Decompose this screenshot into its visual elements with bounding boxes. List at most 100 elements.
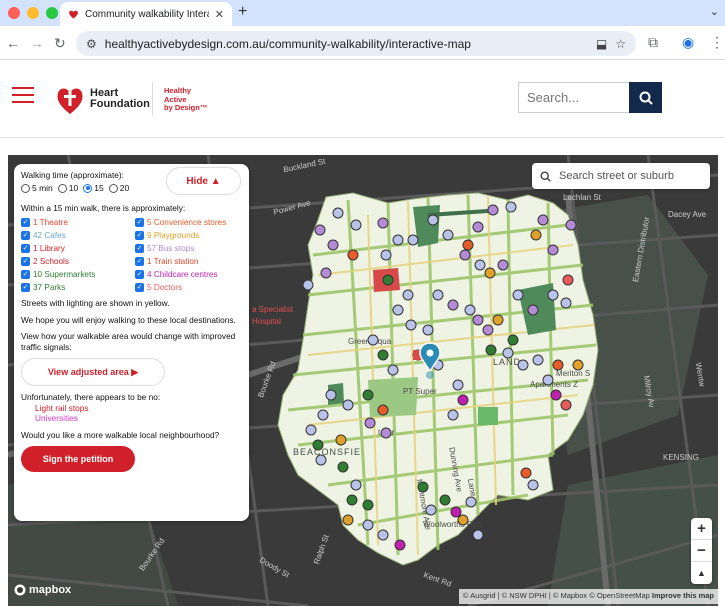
forward-arrow-icon[interactable]: → xyxy=(30,35,44,51)
amenity-label: 1 Train station xyxy=(147,257,199,266)
site-header: Heart Foundation Healthy Active by Desig… xyxy=(0,60,725,138)
browser-menu-icon[interactable]: ⋮ xyxy=(710,34,724,51)
compass-reset-button[interactable]: ▲ xyxy=(691,562,712,584)
map-search-icon xyxy=(540,170,551,182)
close-window-button[interactable] xyxy=(8,7,20,19)
radio-10[interactable] xyxy=(57,183,67,193)
signals-text: View how your walkable area would change… xyxy=(21,331,236,352)
lighting-text: Streets with lighting are shown in yello… xyxy=(21,298,170,308)
amenity-checkbox[interactable]: ✓ xyxy=(135,270,144,279)
view-adjusted-area-button[interactable]: View adjusted area ▶ xyxy=(21,358,165,386)
amenity-item[interactable]: ✓ 4 Childcare centres xyxy=(135,270,245,279)
improve-map-link[interactable]: Improve this map xyxy=(652,591,714,600)
mapbox-logo[interactable]: mapbox xyxy=(14,584,71,596)
zoom-controls: + − ▲ xyxy=(691,518,712,584)
amenity-checkbox[interactable]: ✓ xyxy=(21,270,30,279)
search-icon xyxy=(639,91,653,105)
heart-foundation-heart-icon xyxy=(57,88,83,114)
amenity-item[interactable]: ✓ 9 Playgrounds xyxy=(135,231,245,240)
heart-favicon-icon xyxy=(69,10,78,19)
amenity-item[interactable]: ✓ 10 Supermarkets xyxy=(21,270,135,279)
amenity-item[interactable]: ✓ 2 Schools xyxy=(21,257,135,266)
within-walk-text: Within a 15 min walk, there is approxima… xyxy=(21,203,186,213)
amenity-checkbox[interactable]: ✓ xyxy=(135,231,144,240)
site-search-input[interactable] xyxy=(518,82,629,113)
logo-divider xyxy=(152,82,153,116)
amenity-checkbox[interactable]: ✓ xyxy=(21,218,30,227)
url-text: healthyactivebydesign.com.au/community-w… xyxy=(104,36,471,51)
amenity-checkbox[interactable]: ✓ xyxy=(21,231,30,240)
maximize-window-button[interactable] xyxy=(46,7,58,19)
zoom-out-button[interactable]: − xyxy=(691,540,712,562)
site-settings-icon[interactable]: ⚙ xyxy=(86,37,97,51)
extensions-puzzle-icon[interactable]: ⧉ xyxy=(648,34,658,51)
amenity-item[interactable]: ✓ 5 Convenience stores xyxy=(135,218,245,227)
enjoy-text: We hope you will enjoy walking to these … xyxy=(21,314,236,325)
radio-10-label: 10 xyxy=(68,183,79,193)
amenity-label: 5 Doctors xyxy=(147,283,183,292)
amenity-checkbox[interactable]: ✓ xyxy=(135,244,144,253)
active-tab[interactable]: Community walkability Interac ✕ xyxy=(60,2,232,26)
radio-20[interactable] xyxy=(108,183,118,193)
amenity-list: ✓ 1 Theatre ✓ 5 Convenience stores ✓ 42 Cafes… xyxy=(21,218,242,292)
amenity-label: 37 Parks xyxy=(33,283,66,292)
amenity-checkbox[interactable]: ✓ xyxy=(21,283,30,292)
missing-amenities-list: Light rail stops Universities xyxy=(35,403,242,424)
amenity-label: 5 Convenience stores xyxy=(147,218,227,227)
back-arrow-icon[interactable]: ← xyxy=(6,35,20,51)
amenity-label: 4 Childcare centres xyxy=(147,270,218,279)
radio-20-label: 20 xyxy=(119,183,130,193)
minimize-window-button[interactable] xyxy=(27,7,39,19)
amenity-label: 10 Supermarkets xyxy=(33,270,96,279)
address-bar-row: ← → ↻ ⚙ healthyactivebydesign.com.au/com… xyxy=(0,26,725,60)
window-controls xyxy=(8,7,58,19)
amenity-checkbox[interactable]: ✓ xyxy=(21,244,30,253)
mapbox-label: mapbox xyxy=(29,584,72,596)
amenity-label: 1 Library xyxy=(33,244,65,253)
amenity-item[interactable]: ✓ 1 Train station xyxy=(135,257,245,266)
hide-panel-button[interactable]: Hide ▲ xyxy=(166,167,241,195)
site-search xyxy=(518,82,662,113)
amenity-item[interactable]: ✓ 5 Doctors xyxy=(135,283,245,292)
map-search-box[interactable]: Search street or suburb xyxy=(532,163,710,189)
browser-tab-bar: Community walkability Interac ✕ + ⌄ xyxy=(0,0,725,26)
url-omnibox[interactable]: ⚙ healthyactivebydesign.com.au/community… xyxy=(76,31,636,56)
reload-icon[interactable]: ↻ xyxy=(54,35,66,52)
healthy-active-by-design-logo[interactable]: Healthy Active by Design™ xyxy=(164,86,208,113)
bookmark-star-icon[interactable]: ☆ xyxy=(615,37,626,51)
hamburger-menu-icon[interactable] xyxy=(12,87,34,103)
amenity-label: 42 Cafes xyxy=(33,231,66,240)
zoom-in-button[interactable]: + xyxy=(691,518,712,540)
amenity-checkbox[interactable]: ✓ xyxy=(135,283,144,292)
amenity-checkbox[interactable]: ✓ xyxy=(135,257,144,266)
heart-foundation-logo[interactable]: Heart Foundation xyxy=(55,82,150,116)
radio-15-label: 15 xyxy=(94,183,104,193)
tab-close-icon[interactable]: ✕ xyxy=(215,8,224,21)
missing-universities: Universities xyxy=(35,413,78,423)
had-line-3: by Design™ xyxy=(164,103,208,112)
map-attribution: © Ausgrid | © NSW DPHI | © Mapbox © Open… xyxy=(458,589,718,604)
mapbox-logo-icon xyxy=(14,584,26,596)
amenity-item[interactable]: ✓ 42 Cafes xyxy=(21,231,135,240)
amenity-item[interactable]: ✓ 1 Library xyxy=(21,244,135,253)
new-tab-icon[interactable]: + xyxy=(238,3,247,21)
amenity-checkbox[interactable]: ✓ xyxy=(135,218,144,227)
amenity-item[interactable]: ✓ 57 Bus stops xyxy=(135,244,245,253)
amenity-label: 2 Schools xyxy=(33,257,69,266)
install-app-icon[interactable]: ⬓ xyxy=(596,37,607,51)
radio-5-min-label: 5 min xyxy=(32,183,53,193)
logo-line-foundation: Foundation xyxy=(90,98,150,110)
attribution-text[interactable]: © Ausgrid | © NSW DPHI | © Mapbox © Open… xyxy=(463,591,650,600)
site-search-button[interactable] xyxy=(629,82,662,113)
amenity-item[interactable]: ✓ 1 Theatre xyxy=(21,218,135,227)
tab-list-chevron-icon[interactable]: ⌄ xyxy=(710,5,719,18)
unfortunately-text: Unfortunately, there appears to be no: xyxy=(21,392,161,402)
amenity-item[interactable]: ✓ 37 Parks xyxy=(21,283,135,292)
profile-avatar-icon[interactable]: ◉ xyxy=(682,34,694,51)
sign-petition-button[interactable]: Sign the petition xyxy=(21,446,135,472)
radio-5-min[interactable] xyxy=(21,183,30,193)
walkability-info-panel: Hide ▲ Walking time (approximate): 5 min… xyxy=(14,164,249,521)
amenity-checkbox[interactable]: ✓ xyxy=(21,257,30,266)
amenity-label: 1 Theatre xyxy=(33,218,68,227)
radio-15[interactable] xyxy=(83,183,93,193)
